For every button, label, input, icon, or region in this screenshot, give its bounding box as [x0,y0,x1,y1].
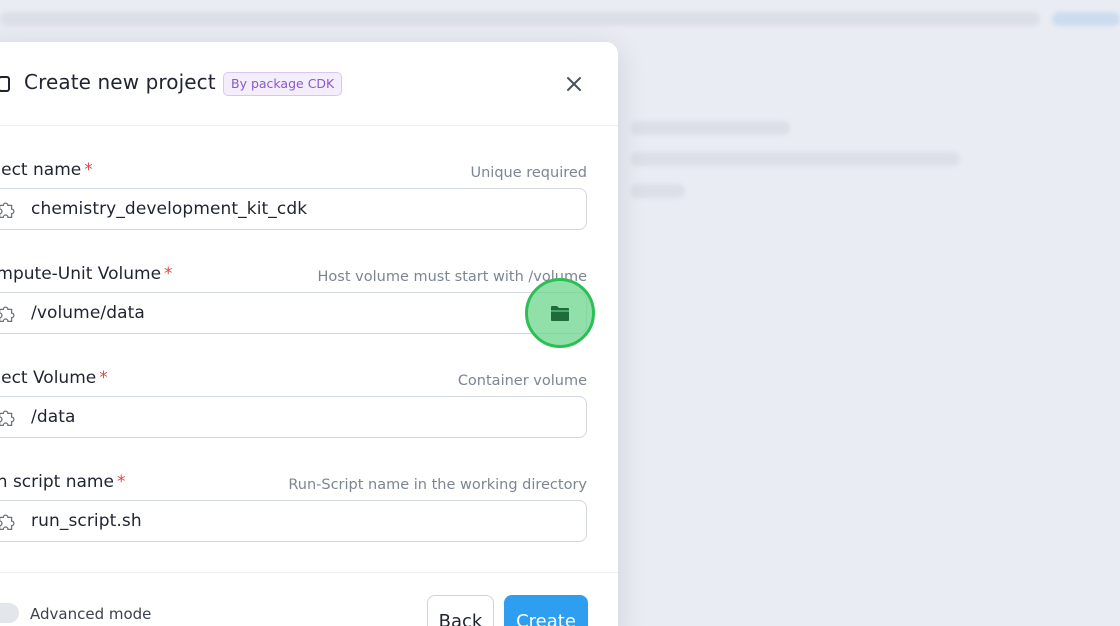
run-script-name-label: un script name* [0,472,125,492]
project-volume-label: oject Volume* [0,368,108,388]
advanced-mode-label: Advanced mode [30,605,152,623]
create-project-modal: Create new project By package CDK oject … [0,42,618,626]
required-mark: * [116,472,126,492]
field-label-text: un script name [0,472,114,492]
project-name-input[interactable]: chemistry_development_kit_cdk [0,188,587,230]
package-badge: By package CDK [223,72,343,96]
device-icon [0,76,10,92]
modal-title: Create new project [24,70,216,94]
puzzle-icon [0,202,15,218]
field-label-text: oject Volume [0,368,97,388]
compute-unit-volume-label: ompute-Unit Volume * [0,264,173,284]
project-volume-input[interactable]: /data [0,396,587,438]
advanced-mode-toggle[interactable] [0,603,19,623]
field-label-text: ompute-Unit Volume [0,264,162,284]
browse-folder-button[interactable] [525,278,595,348]
close-icon [567,77,581,91]
modal-footer: Advanced mode Back Create [0,572,618,626]
required-mark: * [99,368,108,388]
required-mark: * [84,160,93,180]
back-button[interactable]: Back [427,595,494,626]
project-name-hint: Unique required [470,165,587,181]
folder-icon [551,305,569,321]
required-mark: * [164,264,173,284]
input-value: /volume/data [31,303,145,323]
puzzle-icon [0,410,15,426]
close-button[interactable] [560,72,588,96]
input-value: run_script.sh [31,511,142,531]
compute-unit-volume-input[interactable]: /volume/data [0,292,587,334]
field-label-text: oject name [0,160,82,180]
puzzle-icon [0,306,15,322]
puzzle-icon [0,514,15,530]
project-volume-hint: Container volume [457,373,587,389]
run-script-name-hint: Run-Script name in the working directory [288,477,587,493]
create-button[interactable]: Create [504,595,588,626]
modal-header: Create new project By package CDK [0,42,618,126]
project-name-label: oject name* [0,160,93,180]
input-value: /data [31,407,76,427]
input-value: chemistry_development_kit_cdk [31,199,308,219]
run-script-name-input[interactable]: run_script.sh [0,500,587,542]
